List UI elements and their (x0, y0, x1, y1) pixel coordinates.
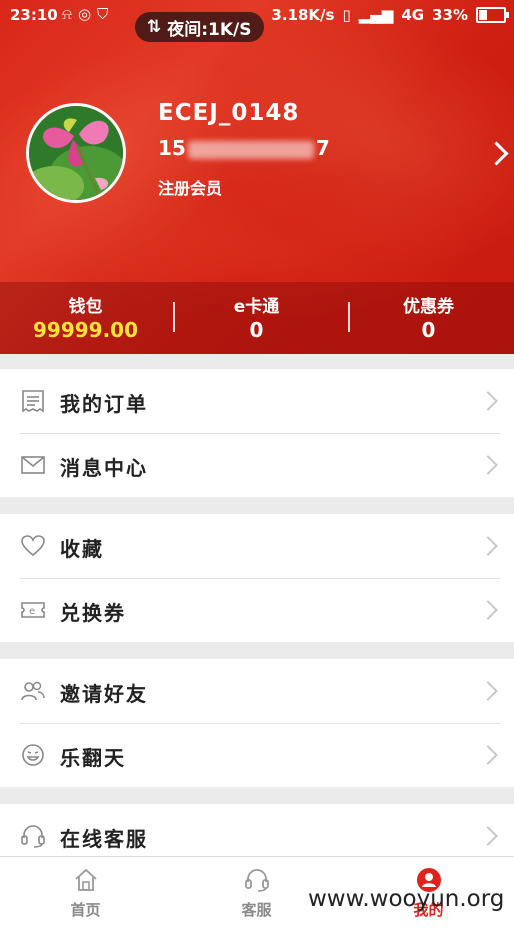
menu-label: 兑换券 (60, 601, 126, 625)
status-right: 3.18K/s ▯ ▂▄▆ 4G 33% (271, 6, 509, 24)
phone-suffix: 7 (315, 136, 330, 160)
profile-header: 23:10 ⍾ ◎ ⛉ 3.18K/s ▯ ▂▄▆ 4G 33% ⇅ 夜间:1K… (0, 0, 514, 354)
tab-home[interactable]: 首页 (0, 857, 171, 930)
menu-item-exchange[interactable]: e 兑换券 (0, 578, 514, 642)
battery-icon (476, 7, 509, 23)
status-time: 23:10 (10, 6, 58, 24)
heart-icon (21, 535, 45, 557)
night-mode-label: 夜间:1K/S (167, 19, 252, 40)
menu-item-fun[interactable]: 乐翻天 (0, 723, 514, 787)
account-stats: 钱包 99999.00 e卡通 0 优惠券 0 (0, 282, 514, 354)
stat-label: e卡通 (233, 297, 280, 317)
chevron-right-icon (478, 536, 498, 556)
headset-icon (245, 869, 269, 892)
stat-value: 0 (249, 318, 264, 342)
headset-icon (21, 825, 45, 848)
vibrate-icon: ▯ (342, 6, 351, 24)
watermark: www.wooyun.org (308, 886, 505, 912)
username: ECEJ_0148 (158, 100, 300, 126)
stat-ecard[interactable]: e卡通 0 (171, 282, 342, 354)
swap-icon: ⇅ (147, 17, 162, 37)
chevron-right-icon (478, 600, 498, 620)
battery-percent: 33% (432, 6, 468, 24)
stat-divider (348, 302, 350, 332)
avatar[interactable] (26, 103, 126, 203)
network-type: 4G (401, 6, 425, 24)
signal-icon: ▂▄▆ (358, 6, 394, 24)
home-icon (75, 868, 97, 891)
member-level: 注册会员 (158, 179, 223, 198)
stat-coupons[interactable]: 优惠券 0 (343, 282, 514, 354)
menu-group-social: 邀请好友 乐翻天 (0, 659, 514, 787)
stat-label: 钱包 (68, 297, 103, 317)
stat-divider (173, 302, 175, 332)
phone-prefix: 15 (158, 136, 186, 160)
stat-value: 99999.00 (32, 318, 138, 342)
menu-label: 消息中心 (60, 456, 148, 480)
stat-wallet[interactable]: 钱包 99999.00 (0, 282, 171, 354)
menu-item-favorites[interactable]: 收藏 (0, 514, 514, 578)
menu-item-invite[interactable]: 邀请好友 (0, 659, 514, 723)
shield-icon: ⛉ (97, 5, 109, 23)
night-mode-toggle[interactable]: ⇅ 夜间:1K/S (135, 12, 264, 42)
menu-label: 我的订单 (60, 392, 148, 416)
menu-label: 乐翻天 (60, 746, 126, 770)
menu-group-favorites: 收藏 e 兑换券 (0, 514, 514, 642)
chevron-right-icon (478, 455, 498, 475)
menu-label: 邀请好友 (60, 682, 148, 706)
stat-value: 0 (421, 318, 436, 342)
phone-redaction (187, 140, 314, 159)
network-speed: 3.18K/s (271, 6, 335, 24)
svg-text:e: e (29, 606, 35, 617)
chevron-right-icon (478, 681, 498, 701)
chevron-right-icon (478, 745, 498, 765)
stat-label: 优惠券 (403, 297, 454, 317)
phone-number: 15 7 (158, 136, 330, 160)
chevron-right-icon (478, 391, 498, 411)
notification-icons: ⍾ ◎ ⛉ (62, 5, 108, 23)
menu-item-messages[interactable]: 消息中心 (0, 433, 514, 497)
wifi-icon: ◎ (77, 5, 92, 23)
chevron-right-icon (478, 826, 498, 846)
mail-icon (21, 456, 45, 474)
ticket-icon: e (21, 602, 45, 618)
users-icon (21, 681, 45, 701)
smiley-icon (22, 744, 44, 766)
menu-label: 在线客服 (60, 827, 148, 851)
menu-item-orders[interactable]: 我的订单 (0, 369, 514, 433)
receipt-icon (22, 390, 44, 413)
menu-label: 收藏 (60, 537, 104, 561)
bell-icon: ⍾ (62, 5, 72, 23)
tab-label: 首页 (70, 901, 101, 919)
menu-group-orders: 我的订单 消息中心 (0, 369, 514, 497)
flower-avatar-image (29, 106, 123, 200)
